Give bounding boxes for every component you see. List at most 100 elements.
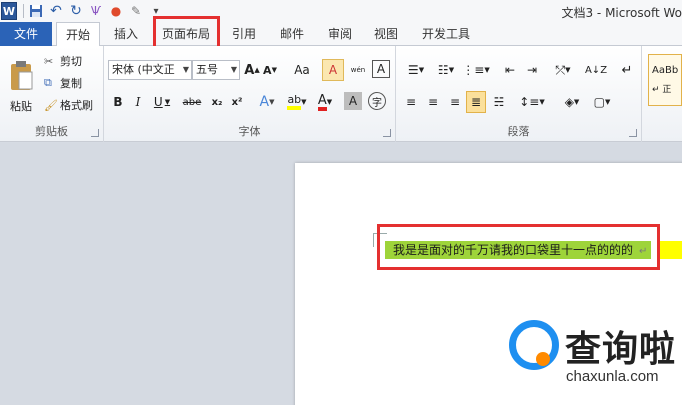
chevron-down-icon: ▼ xyxy=(418,66,425,74)
watermark-logo-icon xyxy=(509,320,559,370)
shrink-font-icon: A xyxy=(263,63,272,77)
style-normal-button[interactable]: AaBb ↵ 正 xyxy=(648,54,682,106)
justify-button[interactable]: ≣ xyxy=(466,91,486,113)
paste-button[interactable]: 粘贴 xyxy=(6,52,36,122)
brush-icon: 🖌 xyxy=(44,98,58,112)
text-effects-icon: A xyxy=(259,94,270,110)
highlight-box-text xyxy=(377,224,660,270)
chevron-down-icon: ▼ xyxy=(484,66,490,74)
paragraph-mark-icon: ↵ xyxy=(621,62,633,78)
shrink-font-button[interactable]: A ▼ xyxy=(262,60,278,80)
redo-icon[interactable]: ↻ xyxy=(67,2,85,20)
strikethrough-button[interactable]: abe xyxy=(180,92,204,112)
font-group: 宋体 (中文正 ▼ 五号 ▼ A ▲ A ▼ Aa A wén A B I U ▼ abe… xyxy=(104,46,396,142)
change-case-icon: Aa xyxy=(294,63,310,77)
increase-indent-button[interactable]: ⇥ xyxy=(522,60,542,80)
decrease-indent-button[interactable]: ⇤ xyxy=(500,60,520,80)
clipboard-launcher-icon[interactable] xyxy=(91,129,99,137)
line-spacing-icon: ↕≡ xyxy=(519,95,540,109)
scissors-icon: ✂ xyxy=(44,54,54,68)
increase-indent-icon: ⇥ xyxy=(526,63,538,77)
format-painter-label: 格式刷 xyxy=(60,99,93,112)
enclose-char-icon: 字 xyxy=(372,97,382,109)
tab-home[interactable]: 开始 xyxy=(56,22,100,47)
highlight-color-button[interactable]: ab ▼ xyxy=(284,92,310,112)
clear-format-button[interactable]: A xyxy=(322,59,344,81)
chevron-down-icon: ▼ xyxy=(573,98,580,106)
separator xyxy=(23,4,24,18)
tab-file[interactable]: 文件 xyxy=(0,22,52,46)
undo-icon[interactable]: ↶ xyxy=(47,2,65,20)
title-bar: W ↶ ↻ Ѱ ● ✎ ▾ 文档3 - Microsoft Wo xyxy=(0,0,682,24)
font-launcher-icon[interactable] xyxy=(383,129,391,137)
tab-review[interactable]: 审阅 xyxy=(320,22,360,46)
phonetic-guide-icon: wén xyxy=(350,66,366,74)
borders-button[interactable]: ▢ ▼ xyxy=(588,92,616,112)
shading-button[interactable]: ◈ ▼ xyxy=(558,92,586,112)
font-name-select[interactable]: 宋体 (中文正 ▼ xyxy=(108,60,192,80)
align-center-icon: ≡ xyxy=(427,95,439,109)
sort-button[interactable]: A↓Z xyxy=(584,60,608,80)
sort-icon: A↓Z xyxy=(584,64,608,76)
tab-insert[interactable]: 插入 xyxy=(104,22,148,46)
quick-access-toolbar: W ↶ ↻ Ѱ ● ✎ ▾ xyxy=(0,0,167,22)
font-size-select[interactable]: 五号 ▼ xyxy=(192,60,240,80)
align-left-icon: ≡ xyxy=(405,95,417,109)
ribbon: 粘贴 ✂ 剪切 ⧉ 复制 🖌 格式刷 剪贴板 宋体 (中文正 ▼ 五号 ▼ A ▲ A ▼ A… xyxy=(0,46,682,142)
distribute-button[interactable]: ☵ xyxy=(490,92,508,112)
font-color-button[interactable]: A ▼ xyxy=(312,92,338,112)
paste-icon xyxy=(11,61,33,90)
bullets-button[interactable]: ☰ ▼ xyxy=(402,60,430,80)
style-sample: AaBb xyxy=(652,65,679,76)
save-icon[interactable] xyxy=(27,2,45,20)
underline-button[interactable]: U ▼ xyxy=(150,92,174,112)
font-color-icon: A xyxy=(317,94,327,111)
multilevel-list-button[interactable]: ⋮≡ ▼ xyxy=(462,60,490,80)
bold-button[interactable]: B xyxy=(110,92,126,112)
watermark-dot xyxy=(536,352,550,366)
numbering-button[interactable]: ☷ ▼ xyxy=(432,60,460,80)
char-border-icon: A xyxy=(376,62,386,76)
decrease-indent-icon: ⇤ xyxy=(504,63,516,77)
superscript-button[interactable]: x² xyxy=(228,92,246,112)
tab-developer[interactable]: 开发工具 xyxy=(414,22,478,46)
tab-references[interactable]: 引用 xyxy=(224,22,264,46)
paragraph-group: ☰ ▼ ☷ ▼ ⋮≡ ▼ ⇤ ⇥ ⤱ ▼ A↓Z ↵ ≡ ≡ ≡ ≣ ☵ ↕≡ ▼ ◈ ▼ … xyxy=(396,46,642,142)
chevron-down-icon: ▼ xyxy=(565,66,571,74)
tab-mailings[interactable]: 邮件 xyxy=(272,22,312,46)
copy-button[interactable]: ⧉ 复制 xyxy=(44,74,100,92)
borders-icon: ▢ xyxy=(593,95,605,109)
subscript-button[interactable]: x₂ xyxy=(208,92,226,112)
pen-icon[interactable]: ✎ xyxy=(127,2,145,20)
chinese-layout-button[interactable]: ⤱ ▼ xyxy=(550,60,576,80)
char-shading-button[interactable]: A xyxy=(344,92,362,110)
align-center-button[interactable]: ≡ xyxy=(424,92,442,112)
format-painter-button[interactable]: 🖌 格式刷 xyxy=(44,96,102,114)
paragraph-launcher-icon[interactable] xyxy=(629,129,637,137)
chevron-down-icon: ▼ xyxy=(164,98,171,106)
numbering-icon: ☷ xyxy=(437,63,449,77)
format-painter-icon[interactable]: Ѱ xyxy=(87,2,105,20)
enclose-char-button[interactable]: 字 xyxy=(368,92,386,110)
word-logo[interactable]: W xyxy=(0,2,18,20)
line-spacing-button[interactable]: ↕≡ ▼ xyxy=(518,92,546,112)
align-right-button[interactable]: ≡ xyxy=(446,92,464,112)
bullets-icon: ☰ xyxy=(407,63,419,77)
window-title: 文档3 - Microsoft Wo xyxy=(561,6,682,20)
show-marks-button[interactable]: ↵ xyxy=(618,60,636,80)
cut-button[interactable]: ✂ 剪切 xyxy=(44,52,100,70)
italic-button[interactable]: I xyxy=(130,92,146,112)
justify-icon: ≣ xyxy=(470,95,482,109)
align-left-button[interactable]: ≡ xyxy=(402,92,420,112)
tab-view[interactable]: 视图 xyxy=(366,22,406,46)
phonetic-guide-button[interactable]: wén xyxy=(348,60,368,80)
watermark-text: 查询啦 xyxy=(565,329,677,370)
chevron-down-icon: ▼ xyxy=(269,98,275,106)
text-effects-button[interactable]: A ▼ xyxy=(254,92,280,112)
style-sample-name: ↵ 正 xyxy=(652,85,672,95)
change-case-button[interactable]: Aa xyxy=(288,60,316,80)
grow-font-button[interactable]: A ▲ xyxy=(244,60,260,80)
save-icon-graphic xyxy=(30,5,42,17)
color-icon[interactable]: ● xyxy=(107,2,125,20)
char-border-button[interactable]: A xyxy=(372,60,390,78)
